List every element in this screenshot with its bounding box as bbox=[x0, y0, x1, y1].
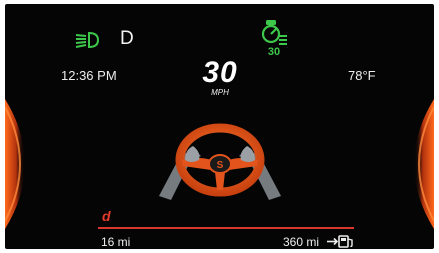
adaptive-cruise-control-icon bbox=[261, 20, 287, 45]
drive-mode-indicator: d bbox=[102, 208, 111, 224]
clock: 12:36 PM bbox=[61, 68, 117, 83]
mode-divider-line bbox=[98, 227, 354, 229]
cruise-set-speed: 30 bbox=[267, 46, 281, 58]
speed-unit: MPH bbox=[211, 88, 229, 97]
right-edge-glow bbox=[414, 99, 434, 229]
low-beam-headlight-icon bbox=[75, 31, 99, 49]
speed-readout: 30 bbox=[202, 56, 238, 89]
range-to-empty: 360 mi bbox=[283, 235, 320, 249]
left-edge-glow bbox=[5, 99, 25, 229]
svg-text:S: S bbox=[217, 160, 224, 171]
steering-wheel-assist-icon: S bbox=[159, 123, 281, 200]
trip-distance: 16 mi bbox=[101, 235, 131, 249]
instrument-cluster-display: D 30 12:36 PM 78°F 30 MPH S d 16 mi 360 … bbox=[5, 4, 434, 249]
fuel-range-icon bbox=[327, 235, 353, 248]
outside-temperature: 78°F bbox=[348, 68, 376, 83]
cruise-control-indicator: 30 bbox=[257, 20, 291, 64]
gear-indicator: D bbox=[120, 28, 134, 49]
